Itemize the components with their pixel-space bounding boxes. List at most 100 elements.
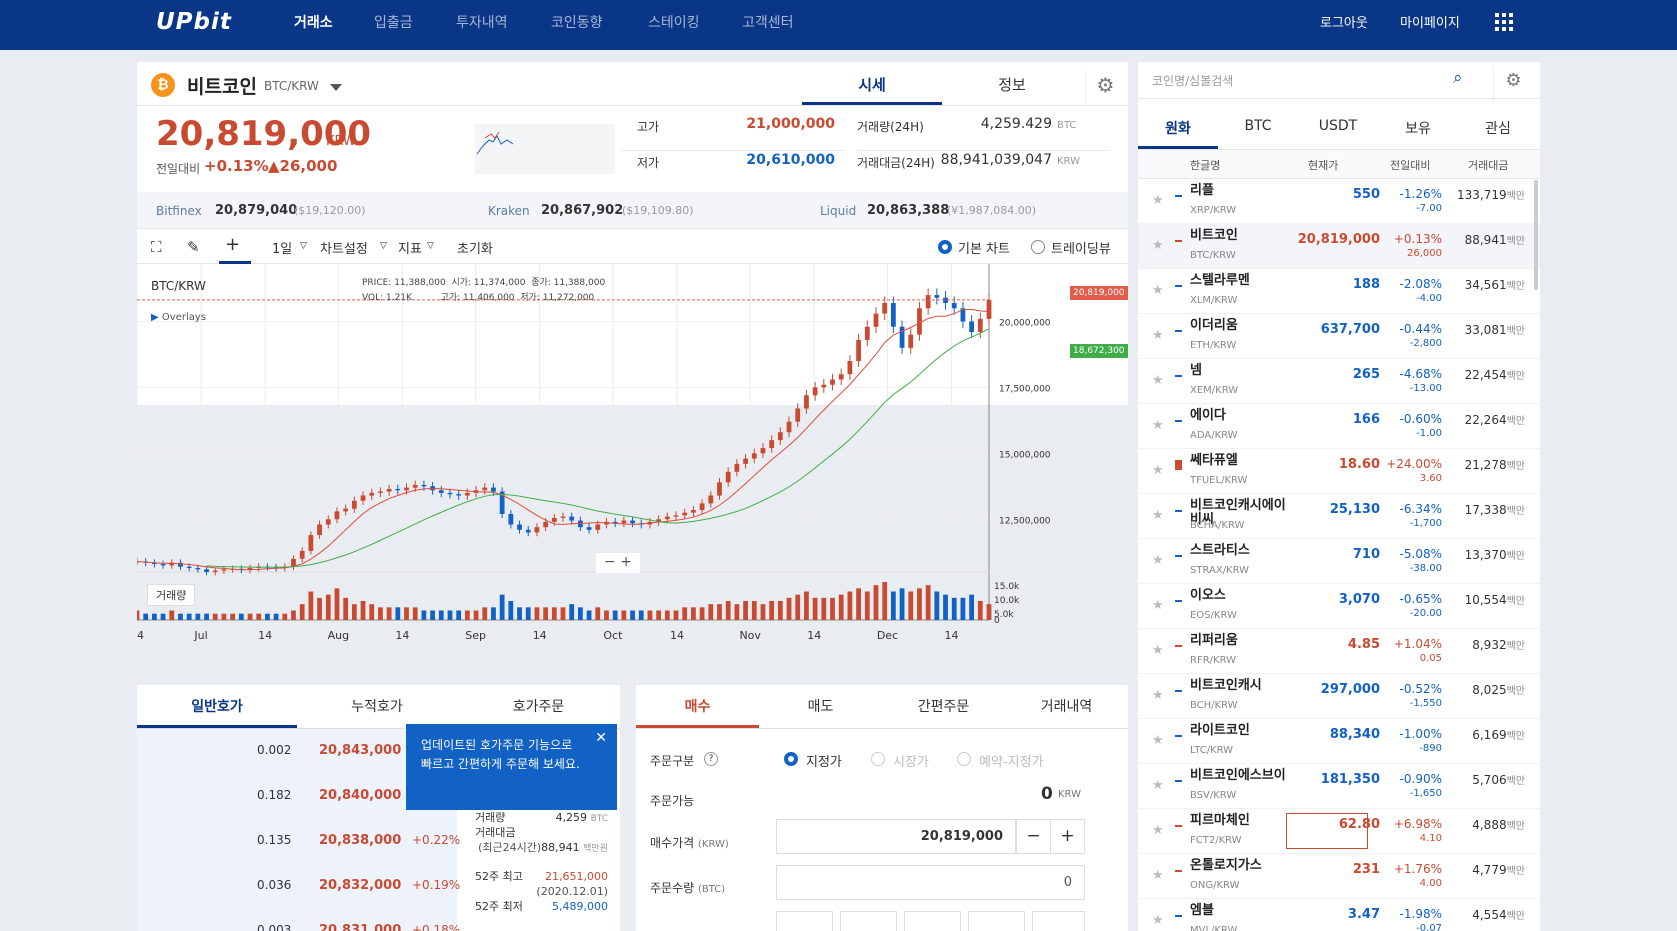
market-radio[interactable] [871,752,885,766]
zoom-in-button[interactable]: + [620,554,632,570]
header-name[interactable]: 한글명 [1190,157,1220,173]
star-icon[interactable]: ★ [1152,778,1164,793]
tab-general-orderbook[interactable]: 일반호가 [137,696,297,716]
coin-row[interactable]: ★ 이오스 EOS/KRW 3,070 -0.65% -20.00 10,554백만 [1138,584,1540,629]
tab-buy[interactable]: 매수 [636,696,759,716]
direct-input-button[interactable] [1032,911,1085,931]
pencil-icon[interactable]: ✎ [187,238,200,256]
coin-row[interactable]: ★ 쎄타퓨엘 TFUEL/KRW 18.60 +24.00% 3.60 21,278백만 [1138,449,1540,494]
nav-deposit[interactable]: 입출금 [374,12,413,32]
tab-holdings[interactable]: 보유 [1378,118,1458,138]
star-icon[interactable]: ★ [1152,463,1164,478]
coin-row[interactable]: ★ 비트코인에스브이 BSV/KRW 181,350 -0.90% -1,650 5,706… [1138,764,1540,809]
tab-price[interactable]: 시세 [802,74,942,95]
indicator-button[interactable]: 지표 [398,238,422,257]
tab-cumulative-orderbook[interactable]: 누적호가 [297,696,457,716]
coin-row[interactable]: ★ 비트코인 BTC/KRW 20,819,000 +0.13% 26,000 88,941… [1138,224,1540,269]
tab-usdt[interactable]: USDT [1298,118,1378,134]
close-icon[interactable]: ✕ [595,729,607,748]
header-change[interactable]: 전일대비 [1390,157,1430,173]
nav-exchange[interactable]: 거래소 [294,12,333,32]
scrollbar[interactable] [1534,180,1538,290]
buy-price-input[interactable]: 20,819,000 [776,819,1016,854]
percent-button[interactable] [840,911,897,931]
nav-staking[interactable]: 스테이킹 [648,12,700,32]
coin-row[interactable]: ★ 리플 XRP/KRW 550 -1.26% -7.00 133,719백만 [1138,179,1540,224]
overlays-toggle[interactable]: ▶ Overlays [151,312,206,323]
candle-body [864,326,870,340]
star-icon[interactable]: ★ [1152,823,1164,838]
coin-row[interactable]: ★ 피르마체인 FCT2/KRW 62.80 +6.98% 4.10 4,888백만 [1138,809,1540,854]
tab-orderbook-order[interactable]: 호가주문 [457,696,620,716]
tab-info[interactable]: 정보 [942,74,1082,95]
coin-row[interactable]: ★ 온톨로지가스 ONG/KRW 231 +1.76% 4.00 4,779백만 [1138,854,1540,899]
reset-button[interactable]: 초기화 [457,238,493,257]
star-icon[interactable]: ★ [1152,373,1164,388]
percent-button[interactable] [776,911,833,931]
basic-chart-radio[interactable] [938,240,952,254]
coin-row[interactable]: ★ 이더리움 ETH/KRW 637,700 -0.44% -2,800 33,081백만 [1138,314,1540,359]
star-icon[interactable]: ★ [1152,868,1164,883]
chevron-down-icon[interactable] [330,84,342,91]
star-icon[interactable]: ★ [1152,643,1164,658]
nav-support[interactable]: 고객센터 [742,12,794,32]
tab-krw[interactable]: 원화 [1138,118,1218,138]
star-icon[interactable]: ★ [1152,688,1164,703]
zoom-out-button[interactable]: − [604,554,616,570]
price-chart[interactable]: 14 Jul 14 Aug 14 Sep 14 Oct 14 Nov 14 Dec 14 20,000,0… [137,264,1128,674]
star-icon[interactable]: ★ [1152,913,1164,928]
gear-icon[interactable]: ⚙ [1493,66,1533,102]
coin-row[interactable]: ★ 에이다 ADA/KRW 166 -0.60% -1.00 22,264백만 [1138,404,1540,449]
coin-row[interactable]: ★ 넴 XEM/KRW 265 -4.68% -13.00 22,454백만 [1138,359,1540,404]
limit-radio[interactable] [784,752,798,766]
tab-favorites[interactable]: 관심 [1458,118,1538,138]
star-icon[interactable]: ★ [1152,238,1164,253]
header-price[interactable]: 현재가 [1308,157,1338,173]
coin-row[interactable]: ★ 엠블 MVL/KRW 3.47 -1.98% -0.07 4,554백만 [1138,899,1540,931]
tab-history[interactable]: 거래내역 [1005,696,1128,716]
coin-row[interactable]: ★ 비트코인캐시 BCH/KRW 297,000 -0.52% -1,550 8,025백만 [1138,674,1540,719]
star-icon[interactable]: ★ [1152,508,1164,523]
coin-row[interactable]: ★ 라이트코인 LTC/KRW 88,340 -1.00% -890 6,169백만 [1138,719,1540,764]
star-icon[interactable]: ★ [1152,328,1164,343]
percent-button[interactable] [904,911,961,931]
tab-btc[interactable]: BTC [1218,118,1298,134]
star-icon[interactable]: ★ [1152,418,1164,433]
coin-row[interactable]: ★ 비트코인캐시에이비씨 BCHA/KRW 25,130 -6.34% -1,700 17,… [1138,494,1540,539]
interval-select[interactable]: 1일 [272,238,292,257]
star-icon[interactable]: ★ [1152,283,1164,298]
ohlc-low: 저가: 11,272,000 [520,293,595,303]
search-input[interactable]: 코인명/심볼검색 [1152,72,1442,89]
header-volume[interactable]: 거래대금 [1468,157,1508,173]
search-icon[interactable]: ⌕ [1453,68,1463,88]
star-icon[interactable]: ★ [1152,193,1164,208]
fullscreen-icon[interactable]: ⛶ [151,238,162,256]
stop-limit-radio[interactable] [957,752,971,766]
price-minus-button[interactable]: − [1016,819,1051,854]
gear-icon[interactable]: ⚙ [1085,70,1125,106]
nav-investments[interactable]: 투자내역 [456,12,508,32]
help-icon[interactable]: ? [704,752,718,766]
mypage-link[interactable]: 마이페이지 [1400,12,1460,31]
star-icon[interactable]: ★ [1152,553,1164,568]
crosshair-icon[interactable]: + [225,234,240,255]
tab-sell[interactable]: 매도 [759,696,882,716]
x-tick-label: 14 [137,629,144,642]
tradingview-radio[interactable] [1031,240,1045,254]
candlestick-chart[interactable]: 14 Jul 14 Aug 14 Sep 14 Oct 14 Nov 14 Dec 14 20,000,0… [137,264,1128,674]
coin-row[interactable]: ★ 리퍼리움 RFR/KRW 4.85 +1.04% 0.05 8,932백만 [1138,629,1540,674]
price-plus-button[interactable]: + [1050,819,1085,854]
coin-row[interactable]: ★ 스텔라루멘 XLM/KRW 188 -2.08% -4.00 34,561백만 [1138,269,1540,314]
coin-name: 리퍼리움 [1190,633,1238,648]
quantity-input[interactable]: 0 [776,865,1085,900]
percent-button[interactable] [968,911,1025,931]
nav-coin-trends[interactable]: 코인동향 [551,12,603,32]
tab-quick-order[interactable]: 간편주문 [882,696,1005,716]
upbit-logo[interactable]: UPbit [156,9,232,35]
apps-grid-icon[interactable] [1495,13,1513,31]
star-icon[interactable]: ★ [1152,733,1164,748]
star-icon[interactable]: ★ [1152,598,1164,613]
coin-row[interactable]: ★ 스트라티스 STRAX/KRW 710 -5.08% -38.00 13,370백만 [1138,539,1540,584]
chart-settings-button[interactable]: 차트설정 [320,238,368,257]
logout-link[interactable]: 로그아웃 [1320,12,1368,31]
